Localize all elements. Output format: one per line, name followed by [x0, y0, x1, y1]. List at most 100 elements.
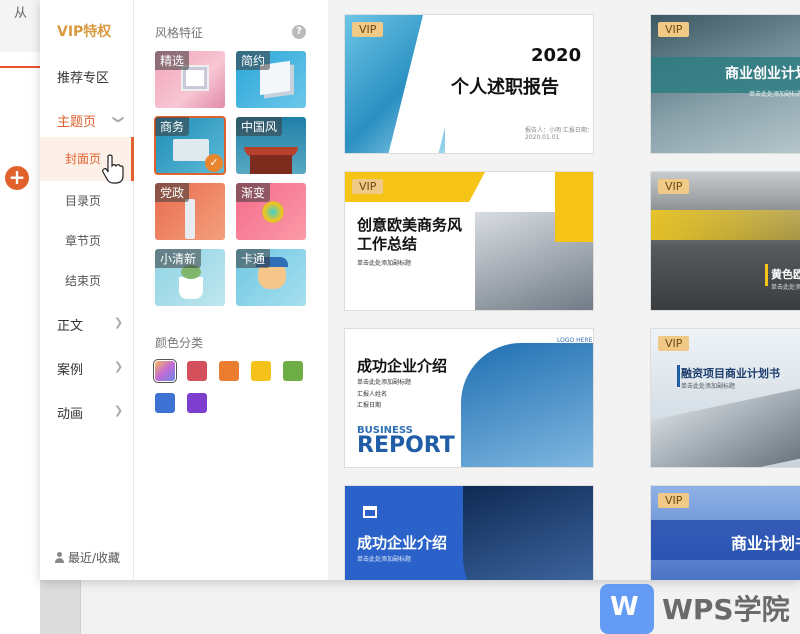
color-swatch-orange[interactable]	[219, 361, 239, 381]
template-card[interactable]: VIP 商业计划书	[650, 485, 800, 580]
add-slide-button[interactable]: +	[5, 166, 29, 190]
wps-watermark-text: WPS学院	[662, 593, 790, 626]
yellow-corner	[555, 172, 593, 242]
style-section-title: 风格特征	[155, 26, 204, 40]
nav-theme-page[interactable]: 主题页	[57, 111, 96, 130]
chevron-right-icon: ❯	[114, 316, 124, 329]
style-party[interactable]: 党政	[155, 183, 225, 240]
template-image	[651, 377, 800, 467]
plant-pot-icon	[179, 277, 203, 299]
style-minimal[interactable]: 简约	[236, 51, 306, 108]
template-title: 成功企业介绍	[357, 534, 448, 552]
template-card[interactable]: VIP 2020 个人述职报告 报告人：小明 汇报日期：2020.01.01	[344, 14, 594, 154]
style-cartoon[interactable]: 卡通	[236, 249, 306, 306]
nav-recent-favorites[interactable]: 最近/收藏	[54, 549, 120, 566]
template-card[interactable]: VIP 黄色欧美风工 单击此处添加副标题	[650, 171, 800, 311]
style-featured[interactable]: 精选	[155, 51, 225, 108]
style-label: 精选	[155, 51, 190, 70]
vip-badge: VIP	[352, 22, 384, 37]
color-swatch-purple[interactable]	[187, 393, 207, 413]
template-title: 个人述职报告	[451, 77, 559, 98]
color-swatch-red[interactable]	[187, 361, 207, 381]
style-chinese[interactable]: 中国风	[236, 117, 306, 174]
template-title: 融资项目商业计划书	[681, 367, 780, 380]
style-label: 党政	[155, 183, 190, 202]
style-fresh[interactable]: 小清新	[155, 249, 225, 306]
nav-recommend[interactable]: 推荐专区	[57, 67, 109, 86]
template-title: 商业创业计划书	[725, 66, 800, 82]
slide-thumbnail-strip	[0, 52, 40, 634]
nav-animation[interactable]: 动画	[57, 403, 83, 422]
nav-cases[interactable]: 案例	[57, 359, 83, 378]
template-grid: VIP 2020 个人述职报告 报告人：小明 汇报日期：2020.01.01 V…	[328, 0, 800, 580]
template-en-line2: REPORT	[357, 433, 455, 458]
template-panel: VIP特权 推荐专区 主题页 ❯ 封面页 目录页 章节页 结束页 正文 ❯ 案例…	[40, 0, 800, 580]
light-streak	[651, 210, 800, 240]
template-subtitle: 单击此处添加副标题	[749, 91, 800, 98]
style-label: 简约	[236, 51, 271, 70]
template-subtitle: 单击此处添加副标题	[681, 383, 736, 390]
template-card[interactable]: 成功企业介绍 单击此处添加副标题	[344, 485, 594, 580]
template-subtitle: 单击此处添加副标题	[771, 284, 800, 291]
template-card[interactable]: VIP 创意欧美商务风 工作总结 单击此处添加副标题	[344, 171, 594, 311]
nav-sub-chapter[interactable]: 章节页	[65, 232, 101, 249]
color-swatch-blue[interactable]	[155, 393, 175, 413]
wps-logo-letter: W	[610, 592, 639, 622]
color-swatch-all[interactable]	[153, 359, 177, 383]
vip-badge: VIP	[658, 336, 690, 351]
bank-icon	[363, 506, 377, 518]
style-label: 商务	[155, 117, 190, 136]
template-title: 成功企业介绍	[357, 357, 448, 375]
chevron-down-icon: ❯	[112, 114, 126, 125]
template-title-line2: 工作总结	[357, 235, 418, 253]
template-year: 2020	[531, 45, 582, 66]
template-subtitle: 单击此处添加副标题	[357, 260, 412, 267]
style-label: 小清新	[155, 249, 202, 268]
hand-cursor-icon	[102, 154, 124, 184]
accent-bar	[765, 264, 768, 286]
color-swatch-yellow[interactable]	[251, 361, 271, 381]
template-title: 创意欧美商务风	[357, 216, 463, 234]
user-icon	[54, 552, 65, 563]
laptop-icon	[173, 139, 209, 161]
monument-icon	[185, 199, 195, 239]
filter-column: 风格特征 ? 精选 简约 商务 ✓ 中国风 党政 渐变 小清新 卡通 颜色分类	[135, 0, 328, 580]
chevron-right-icon: ❯	[114, 404, 124, 417]
template-card[interactable]: LOGO HERE 成功企业介绍 单击此处添加副标题 汇报人姓名 汇报日期 BU…	[344, 328, 594, 468]
template-meta: 报告人：小明 汇报日期：2020.01.01	[525, 127, 593, 141]
template-card[interactable]: VIP 商业创业计划书 单击此处添加副标题	[650, 14, 800, 154]
category-nav: VIP特权 推荐专区 主题页 ❯ 封面页 目录页 章节页 结束页 正文 ❯ 案例…	[40, 0, 134, 580]
template-logo: LOGO HERE	[557, 337, 593, 344]
chevron-right-icon: ❯	[114, 360, 124, 373]
gradient-ball-icon	[262, 201, 284, 223]
style-label: 中国风	[236, 117, 283, 136]
vip-badge: VIP	[658, 22, 690, 37]
template-subtitle: 单击此处添加副标题	[357, 379, 412, 386]
nav-body[interactable]: 正文	[57, 315, 83, 334]
style-label: 卡通	[236, 249, 271, 268]
pagoda-base	[250, 155, 292, 174]
template-presenter: 汇报人姓名	[357, 391, 388, 398]
style-gradient[interactable]: 渐变	[236, 183, 306, 240]
accent-bar	[677, 365, 680, 387]
nav-vip-privilege[interactable]: VIP特权	[57, 21, 111, 41]
vip-badge: VIP	[658, 493, 690, 508]
template-title: 黄色欧美风工	[771, 268, 800, 281]
template-date: 汇报日期	[357, 402, 382, 409]
vip-badge: VIP	[658, 179, 690, 194]
favorites-label: 最近/收藏	[68, 551, 121, 565]
template-title: 商业计划书	[731, 534, 800, 553]
vip-badge: VIP	[352, 179, 384, 194]
template-subtitle: 单击此处添加副标题	[357, 556, 412, 563]
color-swatch-green[interactable]	[283, 361, 303, 381]
toolbar-text: 从	[14, 6, 28, 21]
template-card[interactable]: VIP 融资项目商业计划书 单击此处添加副标题	[650, 328, 800, 468]
help-icon[interactable]: ?	[292, 25, 306, 39]
nav-sub-toc[interactable]: 目录页	[65, 192, 101, 209]
slide-marker	[0, 66, 40, 68]
nav-sub-ending[interactable]: 结束页	[65, 272, 101, 289]
style-business[interactable]: 商务 ✓	[154, 116, 226, 175]
wps-logo: W	[600, 584, 654, 634]
style-label: 渐变	[236, 183, 271, 202]
template-image	[461, 343, 593, 467]
